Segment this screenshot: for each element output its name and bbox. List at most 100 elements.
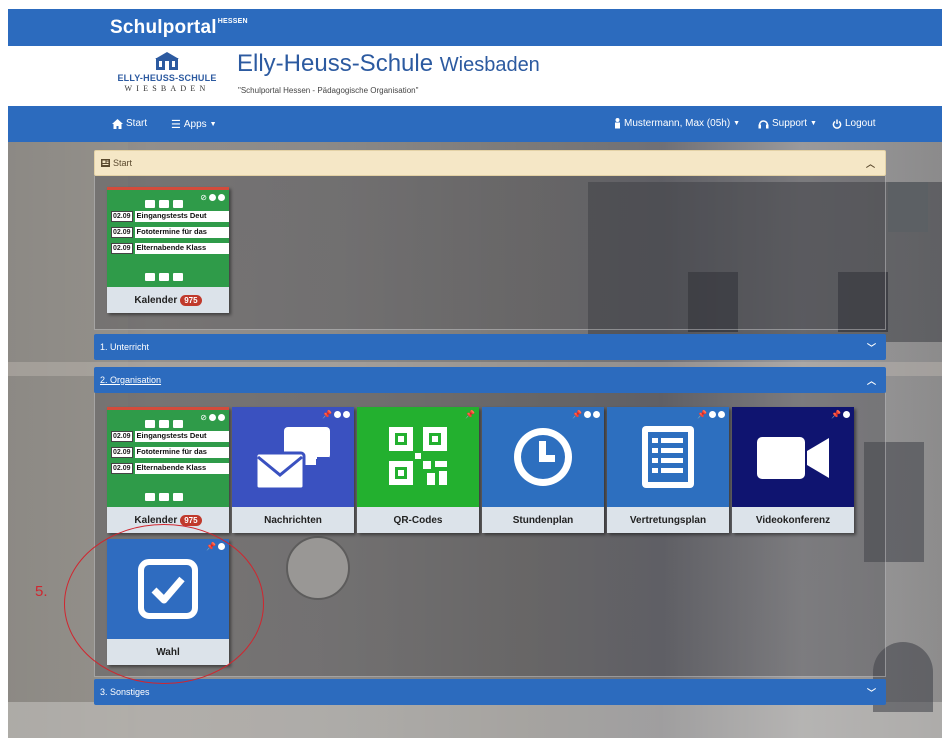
tile-qrcodes[interactable]: 📌 QR-Codes [357,407,479,533]
nav-user-label: Mustermann, Max (05h) [624,118,731,129]
panel-start-header[interactable]: Start ︿ [94,150,886,176]
portal-name-sup: HESSEN [217,18,248,25]
caret-down-icon: ▼ [810,120,817,127]
school-subtitle: "Schulportal Hessen - Pädagogische Organ… [238,86,419,95]
calendar-event-date: 02.09 [111,446,133,458]
clock-icon [514,428,572,486]
pin-icon: 📌 [465,410,475,419]
school-title-name: Elly-Heuss-Schule [237,50,434,77]
calendar-event-date: 02.09 [111,226,133,238]
menu-icon: ☰ [171,119,181,131]
tile-flags: 📌 [465,410,475,419]
tile-nachrichten-label: Nachrichten [232,507,354,533]
nav-logout[interactable]: Logout [832,118,876,129]
qr-code-icon [389,427,447,485]
tile-flags: ⊘ [200,193,225,202]
ban-icon: ⊘ [200,413,207,422]
tile-vertretungsplan-label: Vertretungsplan [607,507,729,533]
info-icon [218,414,225,421]
tile-vertretungsplan[interactable]: 📌 Vertretungsplan [607,407,729,533]
page: SchulportalHESSEN ELLY-HEUSS-SCHULE WIES… [0,0,942,738]
tile-qrcodes-label: QR-Codes [357,507,479,533]
portal-logo[interactable]: SchulportalHESSEN [110,17,248,39]
caret-down-icon: ▼ [209,121,217,128]
navbar: Start ☰ Apps ▼ Mustermann, Max (05h) ▼ S… [8,106,942,142]
tile-kalender[interactable]: ⊘ 02.09 Eingangstests Deut 02.09 Fototermi… [107,407,229,533]
info-icon [218,194,225,201]
tile-stundenplan-label: Stundenplan [482,507,604,533]
annotation-number: 5. [35,583,48,600]
nav-support[interactable]: Support ▼ [758,118,817,129]
info-icon [593,411,600,418]
pin-icon: 📌 [322,410,332,419]
panel-sonstiges-header[interactable]: 3. Sonstiges ﹀ [94,679,886,705]
nav-start-label: Start [126,118,148,129]
panel-sonstiges: 3. Sonstiges ﹀ [94,679,886,705]
list-document-icon [642,426,694,488]
logo-city: WIESBADEN [124,84,210,93]
user-icon [615,118,620,129]
nachrichten-tile-graphic: 📌 [232,407,354,507]
tile-videokonferenz-label: Videokonferenz [732,507,854,533]
stundenplan-tile-graphic: 📌 [482,407,604,507]
tile-flags: 📌 [831,410,850,419]
calendar-event: 02.09 Fototermine für das [111,226,229,238]
tile-kalender[interactable]: ⊘ 02.09 Eingangstests Deut 02.09 Fototermi… [107,187,229,313]
calendar-tile-graphic: ⊘ 02.09 Eingangstests Deut 02.09 Fototermi… [107,187,229,287]
panel-start-body: ⊘ 02.09 Eingangstests Deut 02.09 Fototermi… [94,176,886,330]
calendar-event-text: Elternabende Klass [134,462,229,474]
school-building-icon [154,51,180,71]
calendar-event: 02.09 Elternabende Klass [111,462,229,474]
calendar-event-date: 02.09 [111,462,133,474]
info-icon [709,411,716,418]
tile-stundenplan[interactable]: 📌 Stundenplan [482,407,604,533]
kalender-label: Kalender [134,294,178,306]
nav-apps[interactable]: ☰ Apps ▼ [171,118,217,131]
school-title-town: Wiesbaden [439,54,540,76]
calendar-grid-icon [145,493,191,501]
calendar-event: 02.09 Eingangstests Deut [111,210,229,222]
ban-icon: ⊘ [200,193,207,202]
tile-videokonferenz[interactable]: 📌 Videokonferenz [732,407,854,533]
panel-organisation-header[interactable]: 2. Organisation ︿ [94,367,886,393]
logo-school-name: ELLY-HEUSS-SCHULE [117,73,217,83]
nav-logout-label: Logout [845,118,876,129]
calendar-event-date: 02.09 [111,430,133,442]
home-icon [112,118,123,129]
calendar-events: 02.09 Eingangstests Deut 02.09 Fototermine… [111,210,229,258]
panel-unterricht-header[interactable]: 1. Unterricht ﹀ [94,334,886,360]
tile-flags: 📌 [572,410,600,419]
power-icon [832,119,842,129]
messages-icon [254,427,330,491]
school-header: ELLY-HEUSS-SCHULE WIESBADEN Elly-Heuss-S… [8,46,942,106]
kalender-badge: 975 [180,294,202,306]
pin-icon: 📌 [831,410,841,419]
panel-unterricht-title: 1. Unterricht [100,342,150,352]
headset-icon [758,119,769,128]
left-margin [0,9,8,738]
calendar-event-text: Fototermine für das [134,226,229,238]
videokonferenz-tile-graphic: 📌 [732,407,854,507]
chevron-down-icon: ﹀ [866,342,876,353]
tile-flags: ⊘ [200,413,225,422]
school-logo[interactable]: ELLY-HEUSS-SCHULE WIESBADEN [106,51,228,103]
pin-icon: 📌 [697,410,707,419]
nav-start[interactable]: Start [112,118,147,129]
nav-support-label: Support [772,118,808,129]
nav-user[interactable]: Mustermann, Max (05h) ▼ [614,118,740,129]
calendar-event-text: Fototermine für das [134,446,229,458]
calendar-grid-icon [145,200,191,208]
kalender-badge: 975 [180,514,202,526]
panel-unterricht: 1. Unterricht ﹀ [94,334,886,360]
tile-kalender-label: Kalender 975 [107,287,229,313]
info-icon [843,411,850,418]
pin-icon: 📌 [572,410,582,419]
info-icon [209,414,216,421]
school-title: Elly-Heuss-Schule Wiesbaden [237,50,540,78]
qrcodes-tile-graphic: 📌 [357,407,479,507]
panel-organisation-title: 2. Organisation [100,375,162,385]
tile-nachrichten[interactable]: 📌 Nachrichten [232,407,354,533]
chevron-up-icon: ︿ [865,158,875,169]
calendar-event: 02.09 Elternabende Klass [111,242,229,254]
info-icon [718,411,725,418]
